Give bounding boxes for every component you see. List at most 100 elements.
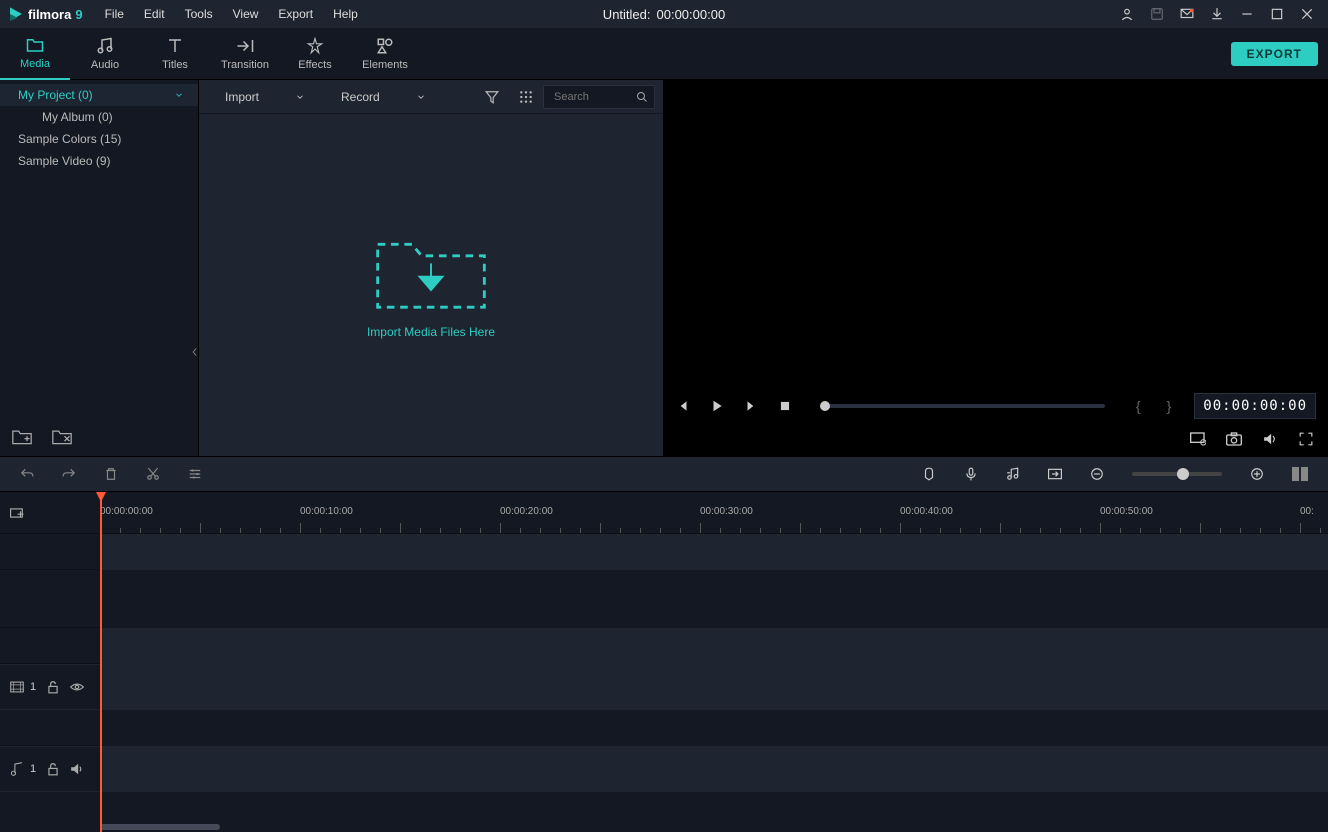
stop-icon[interactable] (778, 399, 792, 413)
playhead[interactable] (100, 492, 102, 832)
music-note-icon[interactable] (10, 762, 24, 776)
download-icon[interactable] (1210, 7, 1224, 21)
filter-icon (485, 90, 499, 104)
new-folder-icon[interactable] (12, 428, 32, 446)
video-track-content[interactable] (100, 664, 1328, 710)
record-label: Record (341, 90, 380, 104)
tab-titles[interactable]: Titles (140, 28, 210, 80)
tree-my-album-label: My Album (0) (42, 110, 113, 124)
preview-progress[interactable] (820, 404, 1105, 408)
menu-view[interactable]: View (223, 0, 269, 28)
grid-view-button[interactable] (509, 80, 543, 114)
mark-in-icon[interactable]: { (1133, 398, 1144, 414)
cut-icon[interactable] (146, 467, 160, 481)
elements-icon (376, 37, 394, 55)
voiceover-icon[interactable] (964, 467, 978, 481)
ruler-mark: 00:00:20:00 (500, 506, 553, 517)
delete-folder-icon[interactable] (52, 428, 72, 446)
snapshot-icon[interactable] (1226, 432, 1242, 446)
render-preview-icon[interactable] (1048, 467, 1062, 481)
zoom-out-icon[interactable] (1090, 467, 1104, 481)
menu-file[interactable]: File (95, 0, 134, 28)
chevron-down-icon[interactable] (174, 90, 184, 100)
filmstrip-icon[interactable] (10, 680, 24, 694)
next-frame-icon[interactable] (744, 399, 758, 413)
redo-icon[interactable] (62, 467, 76, 481)
menu-help[interactable]: Help (323, 0, 368, 28)
menu-tools[interactable]: Tools (175, 0, 223, 28)
play-icon[interactable] (710, 399, 724, 413)
close-icon[interactable] (1300, 7, 1314, 21)
tab-media[interactable]: Media (0, 28, 70, 80)
search-input[interactable] (554, 91, 636, 103)
lock-icon[interactable] (46, 680, 60, 694)
zoom-handle[interactable] (1177, 468, 1189, 480)
project-sidebar: My Project (0) My Album (0) Sample Color… (0, 80, 198, 456)
marker-icon[interactable] (922, 467, 936, 481)
maximize-icon[interactable] (1270, 7, 1284, 21)
volume-icon[interactable] (1262, 432, 1278, 446)
preview-timecode[interactable]: 00:00:00:00 (1194, 393, 1316, 419)
audio-track-content[interactable] (100, 746, 1328, 792)
audio-track-head: 1 (0, 746, 100, 792)
ruler-mark: 00:00:10:00 (300, 506, 353, 517)
tree-my-project[interactable]: My Project (0) (0, 84, 198, 106)
preview-panel: { } 00:00:00:00 (664, 80, 1328, 456)
overlay-content[interactable] (100, 570, 1328, 628)
search-box[interactable] (543, 85, 655, 109)
prev-frame-icon[interactable] (676, 399, 690, 413)
adjust-icon[interactable] (188, 467, 202, 481)
tab-elements[interactable]: Elements (350, 28, 420, 80)
video-track-head: 1 (0, 664, 100, 710)
time-ruler[interactable]: 00:00:00:0000:00:10:0000:00:20:0000:00:3… (100, 492, 1328, 534)
gap-row-1 (0, 534, 1328, 570)
timeline-scrollbar[interactable] (100, 824, 220, 830)
tree-sample-colors[interactable]: Sample Colors (15) (0, 128, 198, 150)
mid-head (0, 710, 100, 746)
gap-content-2[interactable] (100, 628, 1328, 664)
zoom-slider[interactable] (1132, 472, 1222, 476)
transition-icon (236, 37, 254, 55)
delete-icon[interactable] (104, 467, 118, 481)
menu-edit[interactable]: Edit (134, 0, 175, 28)
collapse-sidebar-icon[interactable] (192, 344, 198, 360)
add-track-icon[interactable] (10, 506, 24, 520)
progress-handle[interactable] (820, 401, 830, 411)
preview-video[interactable] (664, 80, 1328, 390)
eye-icon[interactable] (70, 680, 84, 694)
tool-tabs: Media Audio Titles Transition Effects El… (0, 28, 1328, 80)
mid-content[interactable] (100, 710, 1328, 746)
speaker-icon[interactable] (70, 762, 84, 776)
tree-sample-video[interactable]: Sample Video (9) (0, 150, 198, 172)
tab-audio[interactable]: Audio (70, 28, 140, 80)
filter-button[interactable] (475, 80, 509, 114)
save-icon[interactable] (1150, 7, 1164, 21)
quality-settings-icon[interactable] (1190, 432, 1206, 446)
gap-content-1[interactable] (100, 534, 1328, 570)
zoom-in-icon[interactable] (1250, 467, 1264, 481)
mark-out-icon[interactable]: } (1164, 398, 1175, 414)
logo-icon (8, 6, 24, 22)
preview-controls: { } 00:00:00:00 (664, 390, 1328, 422)
audio-mixer-icon[interactable] (1006, 467, 1020, 481)
minimize-icon[interactable] (1240, 7, 1254, 21)
media-dropzone[interactable]: Import Media Files Here (199, 114, 663, 456)
ruler-mark: 00:00:50:00 (1100, 506, 1153, 517)
import-dropdown[interactable]: Import (207, 90, 323, 104)
bottom-content[interactable] (100, 792, 1328, 832)
menu-bar: filmora9 File Edit Tools View Export Hel… (0, 0, 1328, 28)
timeline-view-toggle[interactable] (1292, 467, 1308, 481)
undo-icon[interactable] (20, 467, 34, 481)
tab-transition[interactable]: Transition (210, 28, 280, 80)
fullscreen-icon[interactable] (1298, 432, 1314, 446)
menu-export[interactable]: Export (268, 0, 323, 28)
import-label: Import (225, 90, 259, 104)
record-dropdown[interactable]: Record (323, 90, 444, 104)
tab-effects[interactable]: Effects (280, 28, 350, 80)
export-button[interactable]: EXPORT (1231, 42, 1318, 66)
lock-icon[interactable] (46, 762, 60, 776)
tree-my-album[interactable]: My Album (0) (0, 106, 198, 128)
messages-icon[interactable] (1180, 7, 1194, 21)
music-icon (96, 37, 114, 55)
account-icon[interactable] (1120, 7, 1134, 21)
